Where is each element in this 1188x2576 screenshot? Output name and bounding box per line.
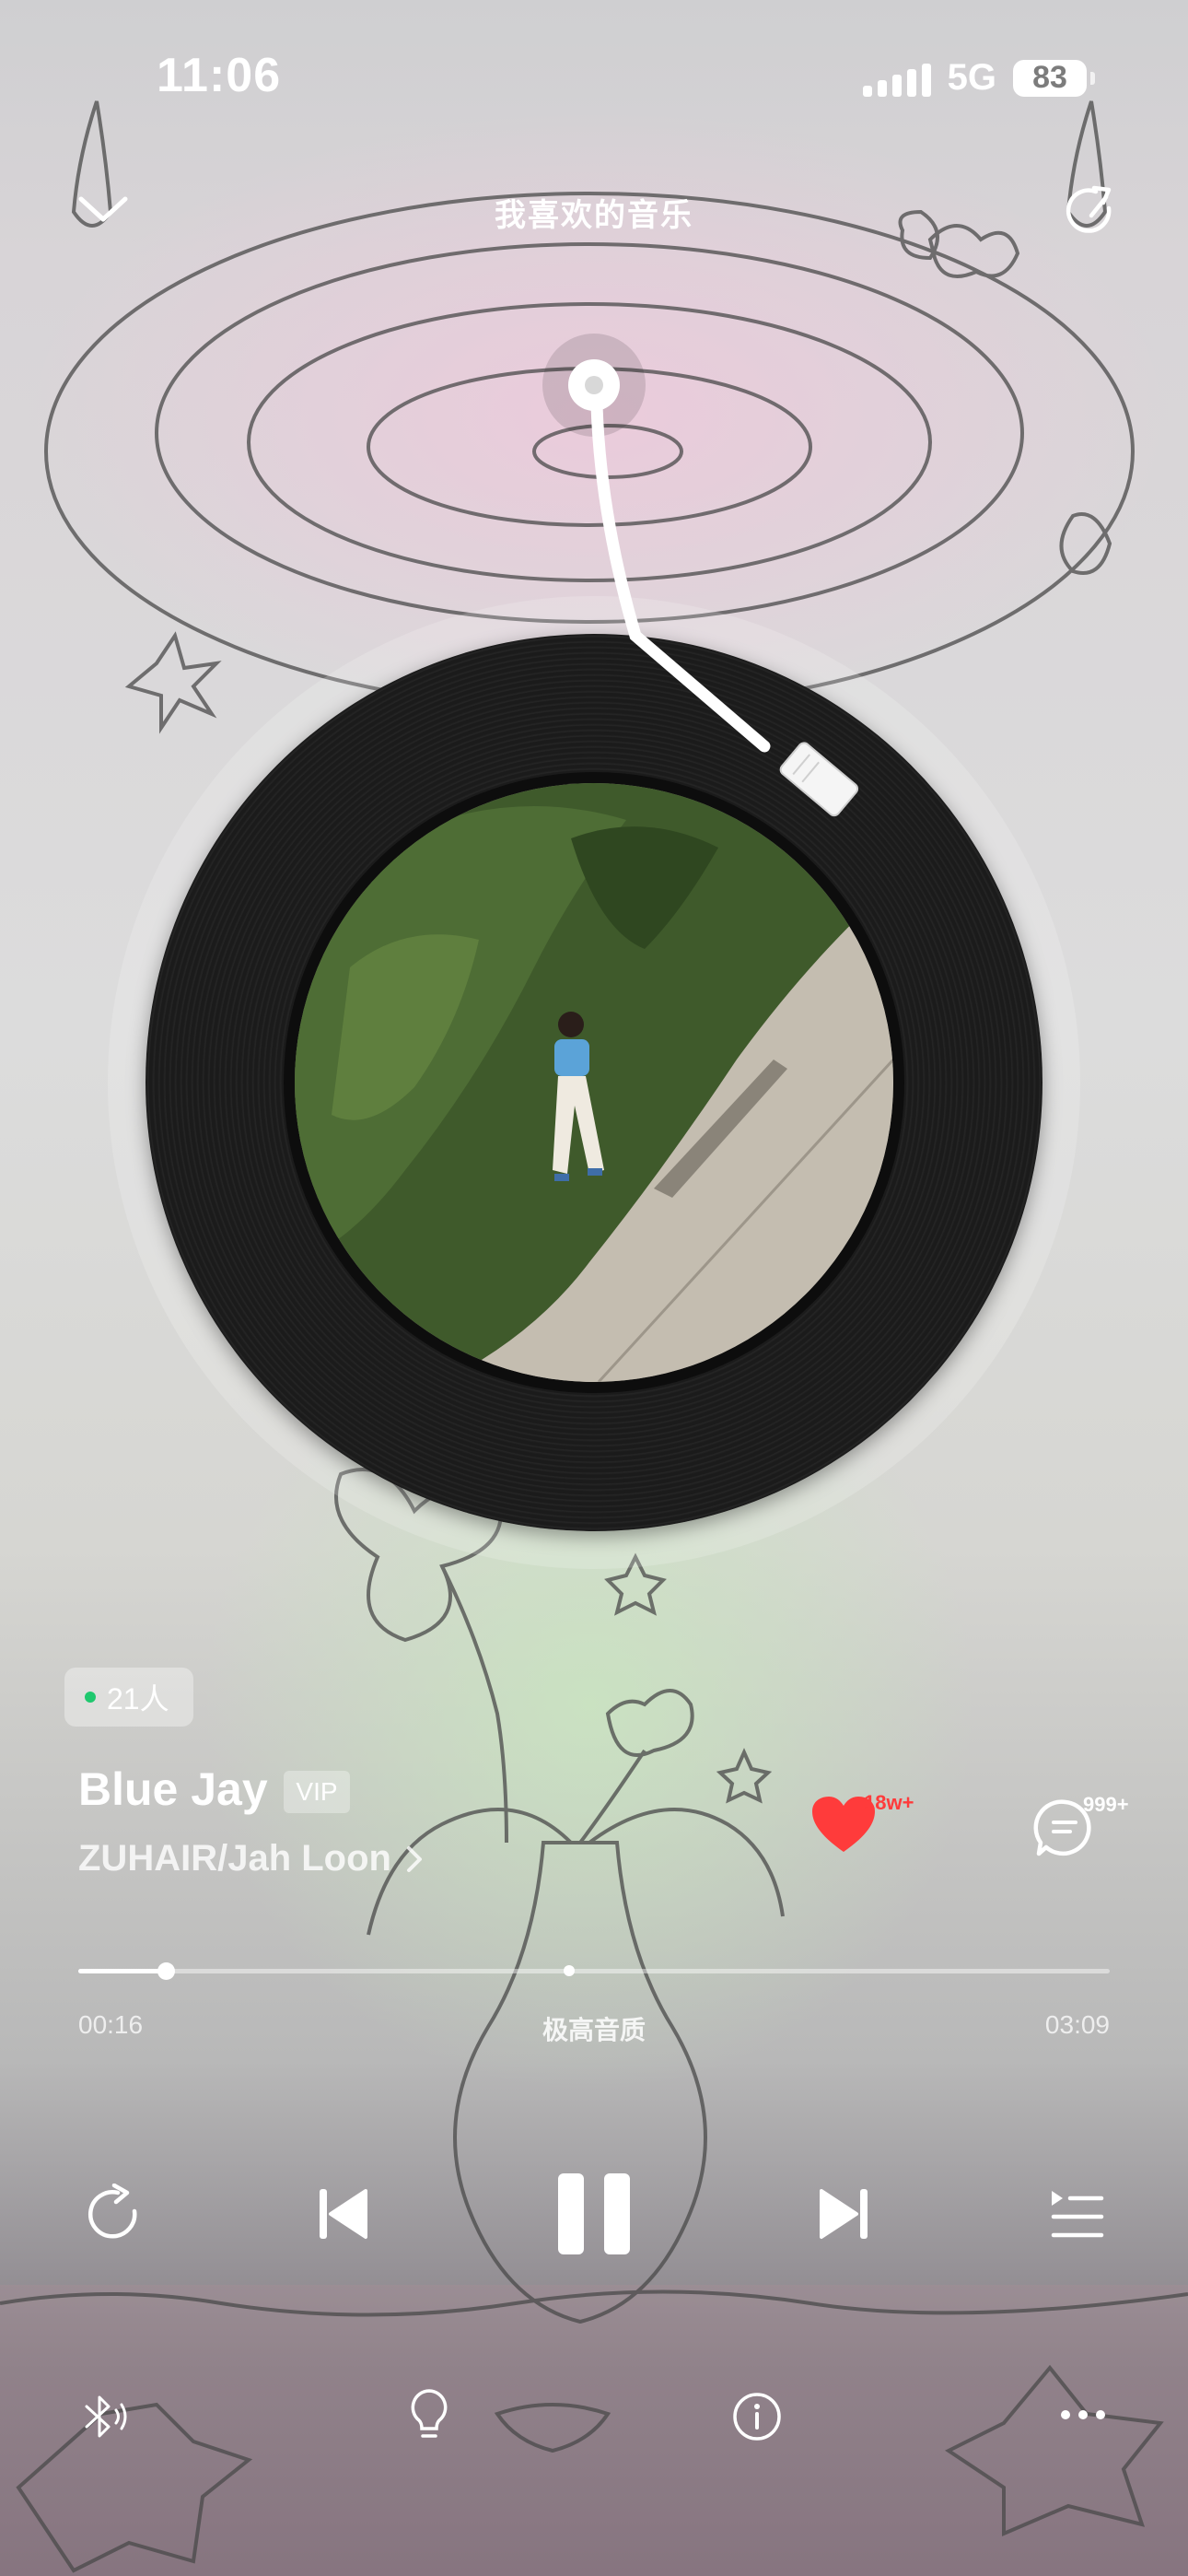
battery-level: 83 [1032, 60, 1067, 95]
network-type: 5G [947, 57, 996, 98]
info-icon[interactable] [731, 2391, 783, 2442]
playlist-icon[interactable] [1050, 2189, 1105, 2241]
page-title: 我喜欢的音乐 [495, 198, 693, 233]
battery-icon: 83 [1013, 59, 1095, 97]
progress-handle[interactable] [157, 1962, 175, 1980]
album-cover-photo [295, 783, 893, 1382]
share-icon[interactable] [1061, 181, 1122, 241]
like-count: 18w+ [864, 1791, 914, 1814]
comment-count: 999+ [1083, 1793, 1129, 1816]
listener-count: 21人 [107, 1682, 169, 1715]
artist-name: ZUHAIR/Jah Loon [78, 1838, 391, 1879]
progress-fill [78, 1969, 166, 1973]
lightbulb-icon[interactable] [409, 2388, 449, 2445]
artist-link[interactable]: ZUHAIR/Jah Loon [78, 1838, 425, 1879]
repeat-icon[interactable] [81, 2184, 147, 2244]
progress-track[interactable] [78, 1969, 1110, 1973]
signal-icon [862, 60, 931, 97]
pause-icon[interactable] [556, 2172, 632, 2256]
bluetooth-audio-icon[interactable] [81, 2394, 131, 2440]
previous-icon[interactable] [318, 2185, 369, 2242]
highlight-marker [564, 1965, 575, 1976]
status-time: 11:06 [157, 49, 282, 102]
song-title: Blue Jay [78, 1763, 268, 1815]
duration-time: 03:09 [1044, 2010, 1110, 2039]
quality-selector[interactable]: 极高音质 [0, 2010, 1188, 2047]
online-dot [85, 1692, 96, 1703]
next-icon[interactable] [818, 2185, 869, 2242]
listener-count-badge[interactable]: 21人 [64, 1668, 193, 1727]
more-icon[interactable] [1059, 2408, 1107, 2421]
tonearm [542, 334, 859, 817]
status-indicators: 5G 83 [862, 57, 1095, 99]
chevron-right-icon [406, 1845, 422, 1872]
album-cover[interactable] [284, 772, 904, 1393]
vip-badge[interactable]: VIP [284, 1771, 350, 1813]
